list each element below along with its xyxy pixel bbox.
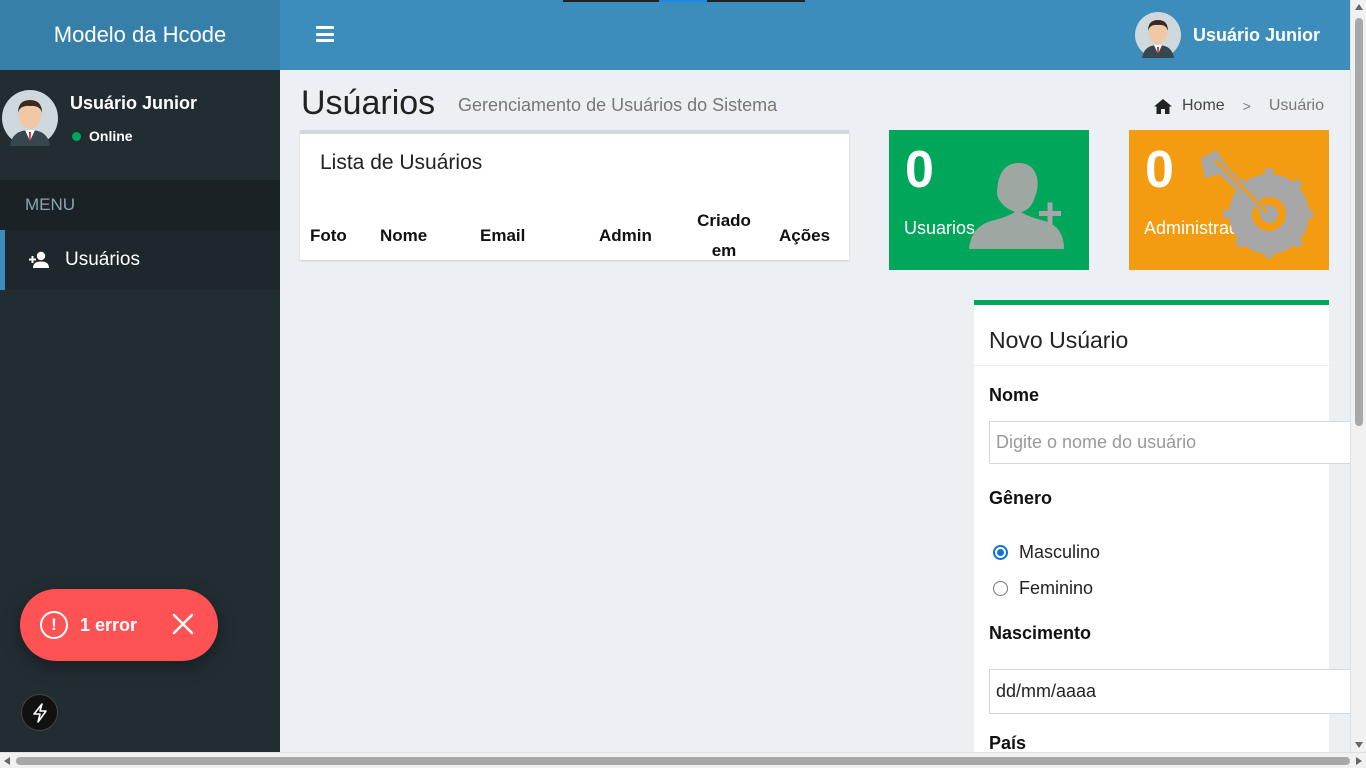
users-count-box[interactable]: 0 Usuarios bbox=[889, 130, 1089, 270]
scroll-left-icon[interactable] bbox=[4, 757, 10, 765]
user-list-box: Lista de Usuários Foto Nome Email Admin … bbox=[300, 130, 849, 260]
error-toast[interactable]: ! 1 error bbox=[20, 589, 218, 661]
column-header-criado-em: Criado em bbox=[679, 202, 769, 270]
sidebar-item-usuarios[interactable]: Usuários bbox=[0, 230, 280, 290]
country-label: País bbox=[989, 733, 1027, 753]
column-header-criado-line2: em bbox=[711, 241, 737, 260]
new-user-title: Novo Usúario bbox=[989, 327, 1129, 353]
users-count: 0 bbox=[905, 141, 934, 199]
column-header-foto: Foto bbox=[310, 226, 347, 245]
column-header-acoes: Ações bbox=[779, 226, 831, 245]
error-toast-message: 1 error bbox=[80, 614, 138, 635]
online-status-icon bbox=[72, 131, 81, 141]
sidebar-avatar bbox=[2, 90, 58, 146]
horizontal-scrollbar[interactable] bbox=[0, 752, 1366, 768]
breadcrumb: Home > Usuário bbox=[1153, 97, 1324, 115]
breadcrumb-home-link[interactable]: Home bbox=[1182, 97, 1225, 115]
navbar-user-name: Usuário Junior bbox=[1192, 24, 1320, 45]
column-header-nome: Nome bbox=[380, 226, 428, 245]
sidebar-user-name: Usuário Junior bbox=[70, 93, 198, 113]
column-header-admin: Admin bbox=[599, 226, 652, 245]
navbar-user-menu[interactable]: Usuário Junior bbox=[1134, 12, 1320, 58]
scroll-down-icon[interactable] bbox=[1355, 742, 1363, 748]
name-input[interactable] bbox=[989, 421, 1359, 464]
gender-option-masculino[interactable]: Masculino bbox=[993, 542, 1100, 563]
home-icon bbox=[1153, 98, 1172, 114]
user-status-text: Online bbox=[89, 128, 133, 144]
radio-masculino[interactable] bbox=[993, 545, 1008, 560]
breadcrumb-current: Usuário bbox=[1268, 97, 1324, 114]
menu-header: MENU bbox=[0, 180, 280, 230]
vertical-scroll-thumb[interactable] bbox=[1355, 18, 1363, 426]
form-divider bbox=[974, 365, 1350, 366]
close-icon[interactable] bbox=[172, 613, 194, 635]
user-status: Online bbox=[72, 128, 133, 144]
page-subtitle: Gerenciamento de Usuários do Sistema bbox=[458, 95, 778, 115]
admins-count-box[interactable]: 0 Administradores bbox=[1129, 130, 1329, 270]
breadcrumb-separator: > bbox=[1242, 98, 1251, 114]
gender-label: Gênero bbox=[989, 488, 1053, 508]
app-logo-text: Modelo da Hcode bbox=[53, 22, 227, 47]
scroll-up-icon[interactable] bbox=[1355, 4, 1363, 10]
radio-feminino[interactable] bbox=[993, 581, 1008, 596]
column-header-criado-line1: Criado bbox=[697, 211, 751, 230]
table-header-row: Foto Nome Email Admin Criado em Ações bbox=[300, 202, 849, 270]
new-user-form: Novo Usúario Nome Gênero Masculino Femin… bbox=[974, 300, 1359, 760]
top-navbar: Usuário Junior bbox=[280, 0, 1350, 70]
gender-option-label: Masculino bbox=[1019, 542, 1101, 562]
birth-date-value: dd/mm/aaaa bbox=[996, 681, 1097, 701]
add-user-icon bbox=[969, 163, 1064, 249]
admins-count: 0 bbox=[1145, 141, 1174, 199]
name-label: Nome bbox=[989, 385, 1040, 405]
app-logo[interactable]: Modelo da Hcode bbox=[0, 0, 280, 70]
alert-circle-icon: ! bbox=[40, 611, 68, 639]
gender-option-feminino[interactable]: Feminino bbox=[993, 578, 1093, 599]
birth-date-input[interactable]: dd/mm/aaaa bbox=[989, 669, 1359, 714]
page-loading-bar bbox=[563, 0, 805, 2]
page-title: Usúarios bbox=[301, 84, 436, 122]
vertical-scrollbar[interactable] bbox=[1350, 0, 1366, 752]
navbar-avatar bbox=[1134, 12, 1181, 58]
birth-label: Nascimento bbox=[989, 623, 1092, 643]
user-list-title: Lista de Usuários bbox=[320, 151, 483, 174]
sidebar-user-panel: Usuário Junior Online bbox=[0, 70, 280, 180]
gear-wrench-icon bbox=[1201, 150, 1313, 258]
user-plus-icon bbox=[29, 251, 49, 268]
users-count-label: Usuarios bbox=[904, 218, 976, 238]
user-table: Foto Nome Email Admin Criado em Ações bbox=[300, 202, 849, 270]
column-header-email: Email bbox=[480, 226, 526, 245]
sidebar-item-label: Usuários bbox=[65, 249, 140, 270]
horizontal-scroll-thumb[interactable] bbox=[16, 757, 1350, 765]
gender-option-label: Feminino bbox=[1019, 578, 1094, 598]
lightning-bolt-icon bbox=[32, 702, 47, 723]
devtools-bolt-button[interactable] bbox=[21, 694, 58, 731]
scroll-right-icon[interactable] bbox=[1356, 757, 1362, 765]
menu-toggle-icon[interactable] bbox=[316, 26, 334, 42]
